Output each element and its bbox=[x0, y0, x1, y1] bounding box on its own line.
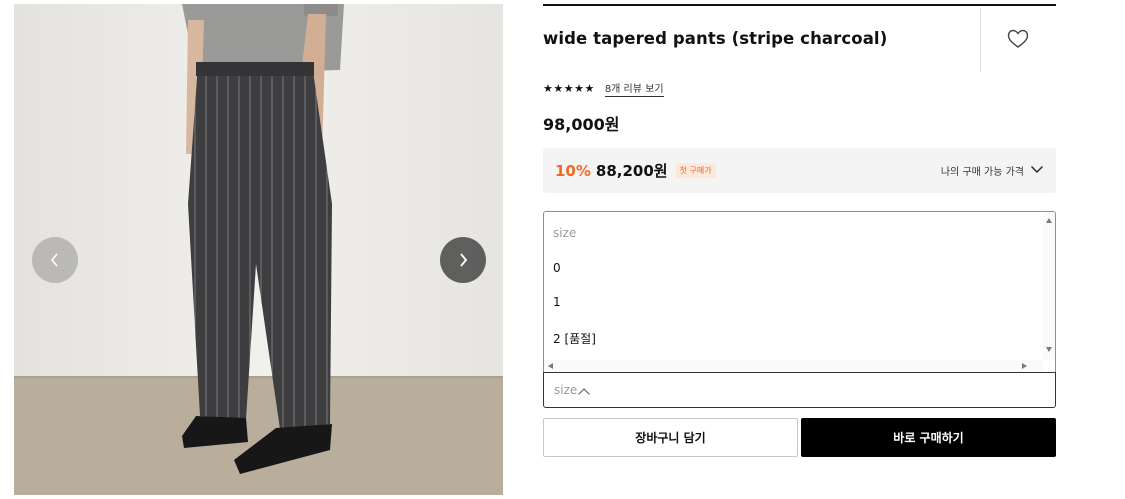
product-title: wide tapered pants (stripe charcoal) bbox=[543, 29, 888, 48]
size-options-list[interactable]: size 0 1 2 [품절] bbox=[543, 211, 1056, 372]
wishlist-button[interactable] bbox=[1003, 26, 1033, 56]
horizontal-scrollbar[interactable] bbox=[544, 360, 1043, 372]
size-option-placeholder[interactable]: size bbox=[553, 226, 576, 240]
product-photo-illustration bbox=[14, 4, 503, 495]
scroll-down-icon[interactable] bbox=[1046, 347, 1052, 352]
chevron-up-icon bbox=[577, 381, 591, 400]
top-divider bbox=[543, 4, 1056, 6]
next-image-button[interactable] bbox=[440, 237, 486, 283]
size-select-placeholder: size bbox=[554, 383, 578, 397]
discounted-price: 88,200원 bbox=[595, 162, 668, 180]
heart-outline-icon bbox=[1007, 29, 1029, 53]
rating-stars: ★★★★★ bbox=[543, 82, 595, 95]
my-available-price-label: 나의 구매 가능 가격 bbox=[940, 167, 1024, 178]
my-available-price-toggle[interactable]: 나의 구매 가능 가격 bbox=[941, 163, 1044, 178]
chevron-down-icon bbox=[1024, 165, 1044, 177]
size-select[interactable]: size bbox=[543, 372, 1056, 408]
buy-now-button[interactable]: 바로 구매하기 bbox=[801, 418, 1056, 457]
product-image bbox=[14, 4, 503, 495]
chevron-left-icon bbox=[49, 252, 61, 268]
rating-row: ★★★★★ 8개 리뷰 보기 bbox=[543, 80, 664, 97]
size-option-0[interactable]: 0 bbox=[553, 261, 561, 275]
scroll-left-icon[interactable] bbox=[548, 363, 553, 369]
product-info-panel: wide tapered pants (stripe charcoal) ★★★… bbox=[543, 0, 1056, 499]
promo-price-box: 10% 88,200원 첫 구매가 나의 구매 가능 가격 bbox=[543, 148, 1056, 193]
title-divider bbox=[980, 8, 981, 72]
add-to-cart-button[interactable]: 장바구니 담기 bbox=[543, 418, 798, 457]
prev-image-button[interactable] bbox=[32, 237, 78, 283]
reviews-link[interactable]: 8개 리뷰 보기 bbox=[604, 80, 664, 97]
product-price: 98,000원 bbox=[543, 115, 620, 134]
first-purchase-badge: 첫 구매가 bbox=[675, 163, 716, 178]
scroll-up-icon[interactable] bbox=[1046, 218, 1052, 223]
vertical-scrollbar[interactable] bbox=[1043, 212, 1055, 360]
scroll-right-icon[interactable] bbox=[1022, 363, 1027, 369]
discount-rate: 10% bbox=[555, 161, 591, 180]
size-option-1[interactable]: 1 bbox=[553, 295, 561, 309]
chevron-right-icon bbox=[457, 252, 469, 268]
size-option-2-soldout[interactable]: 2 [품절] bbox=[553, 330, 596, 347]
